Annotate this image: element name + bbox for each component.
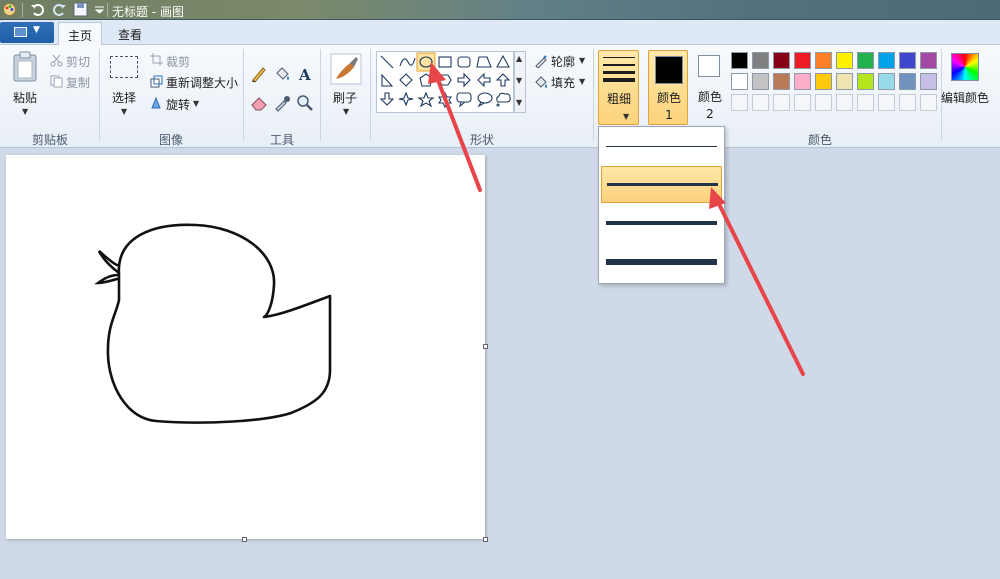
annotation-arrow-ellipse xyxy=(428,62,482,192)
annotation-arrows xyxy=(428,62,805,376)
annotation-arrow-size xyxy=(709,187,805,376)
